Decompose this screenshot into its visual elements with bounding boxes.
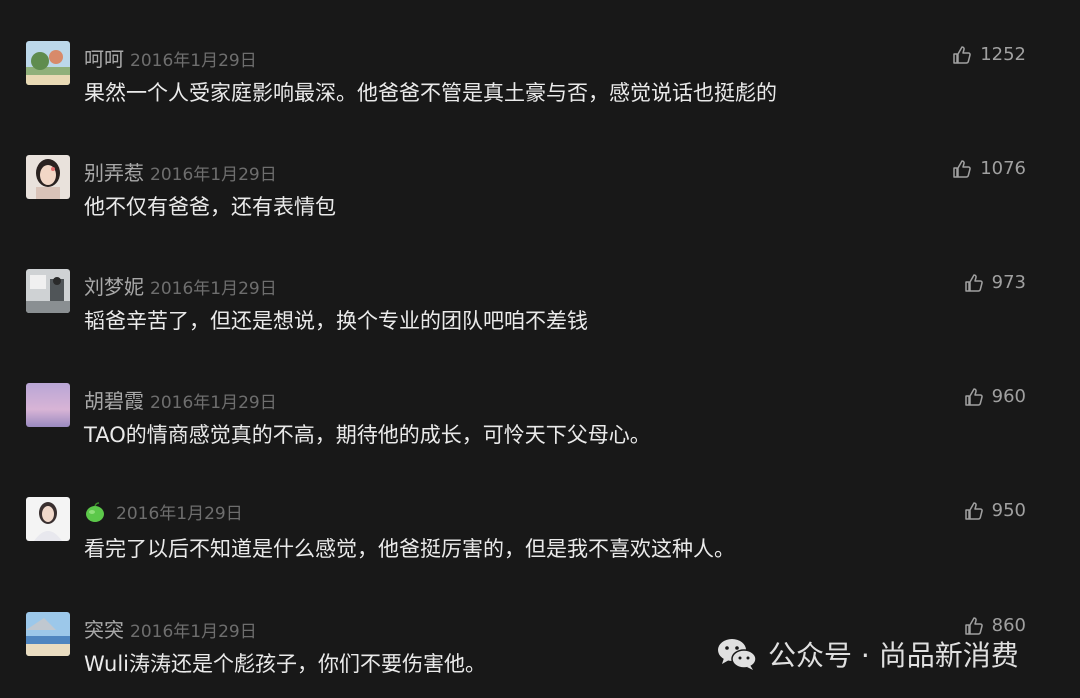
thumbs-up-icon[interactable] (964, 616, 984, 636)
comment-item: 呵呵 2016年1月29日 1252 果然一个人受家庭影响最深。他爸爸不管是真土… (26, 41, 1026, 121)
comment-text: 看完了以后不知道是什么感觉，他爸挺厉害的，但是我不喜欢这种人。 (84, 537, 735, 561)
comment-text: Wuli涛涛还是个彪孩子，你们不要伤害他。 (84, 652, 486, 676)
avatar[interactable] (26, 269, 70, 313)
like-count[interactable]: 860 (964, 615, 1026, 636)
watermark-text: 公众号 · 尚品新消费 (768, 639, 1019, 672)
comment-item: 刘梦妮 2016年1月29日 973 韬爸辛苦了，但还是想说，换个专业的团队吧咱… (26, 269, 1026, 349)
comment-meta: 刘梦妮 2016年1月29日 (84, 271, 277, 300)
green-apple-icon (86, 502, 104, 522)
like-count[interactable]: 960 (964, 386, 1026, 407)
thumbs-up-icon[interactable] (964, 501, 984, 521)
like-count-value: 860 (991, 615, 1026, 636)
comment-meta: 呵呵 2016年1月29日 (84, 43, 257, 72)
comment-meta: 别弄惹 2016年1月29日 (84, 157, 277, 186)
like-count[interactable]: 973 (964, 272, 1026, 293)
like-count-value: 1252 (980, 44, 1026, 65)
comment-date: 2016年1月29日 (150, 165, 277, 185)
comment-text: TAO的情商感觉真的不高，期待他的成长，可怜天下父母心。 (84, 423, 651, 447)
watermark: 公众号 · 尚品新消费 (716, 634, 1019, 674)
wechat-icon (718, 639, 757, 670)
thumbs-up-icon[interactable] (952, 159, 972, 179)
comment-date: 2016年1月29日 (150, 279, 277, 299)
comment-meta: 突突 2016年1月29日 (84, 614, 257, 643)
username[interactable]: 呵呵 (84, 43, 124, 72)
comment-text: 果然一个人受家庭影响最深。他爸爸不管是真土豪与否，感觉说话也挺彪的 (84, 81, 777, 105)
like-count-value: 950 (991, 500, 1026, 521)
avatar[interactable] (26, 612, 70, 656)
thumbs-up-icon[interactable] (964, 387, 984, 407)
avatar[interactable] (26, 41, 70, 85)
like-count[interactable]: 1252 (952, 44, 1026, 65)
comment-item: 2016年1月29日 950 看完了以后不知道是什么感觉，他爸挺厉害的，但是我不… (26, 497, 1026, 577)
username[interactable]: 胡碧霞 (84, 385, 144, 414)
avatar[interactable] (26, 497, 70, 541)
username[interactable]: 别弄惹 (84, 157, 144, 186)
comment-item: 胡碧霞 2016年1月29日 960 TAO的情商感觉真的不高，期待他的成长，可… (26, 383, 1026, 463)
like-count-value: 960 (991, 386, 1026, 407)
comment-date: 2016年1月29日 (150, 393, 277, 413)
thumbs-up-icon[interactable] (964, 273, 984, 293)
like-count-value: 1076 (980, 158, 1026, 179)
comment-text: 他不仅有爸爸，还有表情包 (84, 195, 336, 219)
comment-meta: 胡碧霞 2016年1月29日 (84, 385, 277, 414)
like-count-value: 973 (991, 272, 1026, 293)
avatar[interactable] (26, 155, 70, 199)
comment-meta: 2016年1月29日 (84, 499, 243, 525)
comment-item: 别弄惹 2016年1月29日 1076 他不仅有爸爸，还有表情包 (26, 155, 1026, 235)
comment-date: 2016年1月29日 (130, 622, 257, 642)
comment-date: 2016年1月29日 (130, 51, 257, 71)
like-count[interactable]: 950 (964, 500, 1026, 521)
comment-date: 2016年1月29日 (116, 504, 243, 524)
comment-text: 韬爸辛苦了，但还是想说，换个专业的团队吧咱不差钱 (84, 309, 588, 333)
avatar[interactable] (26, 383, 70, 427)
username[interactable]: 突突 (84, 614, 124, 643)
thumbs-up-icon[interactable] (952, 45, 972, 65)
like-count[interactable]: 1076 (952, 158, 1026, 179)
username[interactable]: 刘梦妮 (84, 271, 144, 300)
